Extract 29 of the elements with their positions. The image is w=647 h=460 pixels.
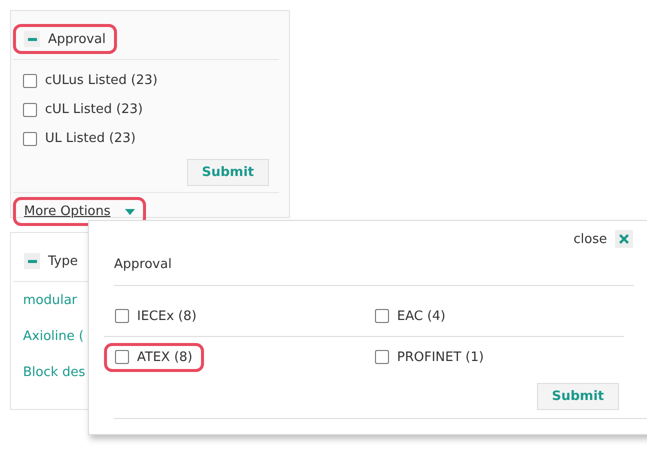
filter-link[interactable]: Axioline (	[23, 328, 84, 344]
filter-link[interactable]: Block des	[23, 364, 86, 380]
checkbox[interactable]	[375, 350, 389, 364]
submit-button[interactable]: Submit	[186, 159, 269, 186]
checkbox[interactable]	[115, 350, 129, 364]
submit-button[interactable]: Submit	[536, 383, 619, 410]
checkbox[interactable]	[23, 74, 37, 88]
filter-link[interactable]: modular	[23, 292, 78, 308]
caret-icon	[124, 208, 135, 214]
close-icon	[618, 233, 630, 245]
checkbox[interactable]	[23, 132, 37, 146]
checkbox-label: cULus Listed (23)	[45, 73, 158, 88]
close-button[interactable]	[615, 230, 633, 248]
checkbox-label: EAC (4)	[397, 308, 446, 324]
checkbox-label: ATEX (8)	[137, 350, 192, 364]
checkbox[interactable]	[23, 102, 37, 116]
checkbox[interactable]	[115, 309, 129, 323]
checkbox-label: cUL Listed (23)	[45, 102, 143, 117]
more-options-link[interactable]: More Options	[24, 204, 111, 219]
collapse-button[interactable]	[24, 31, 40, 47]
checkbox-label: PROFINET (1)	[397, 350, 484, 364]
section-title: Approval	[48, 32, 106, 46]
checkbox[interactable]	[375, 309, 389, 323]
checkbox-label: UL Listed (23)	[45, 131, 136, 146]
collapse-button[interactable]	[24, 253, 40, 269]
checkbox-label: IECEx (8)	[137, 308, 197, 324]
popup-heading: Approval	[114, 257, 634, 286]
close-label: close	[574, 232, 607, 246]
section-title: Type	[48, 254, 78, 268]
